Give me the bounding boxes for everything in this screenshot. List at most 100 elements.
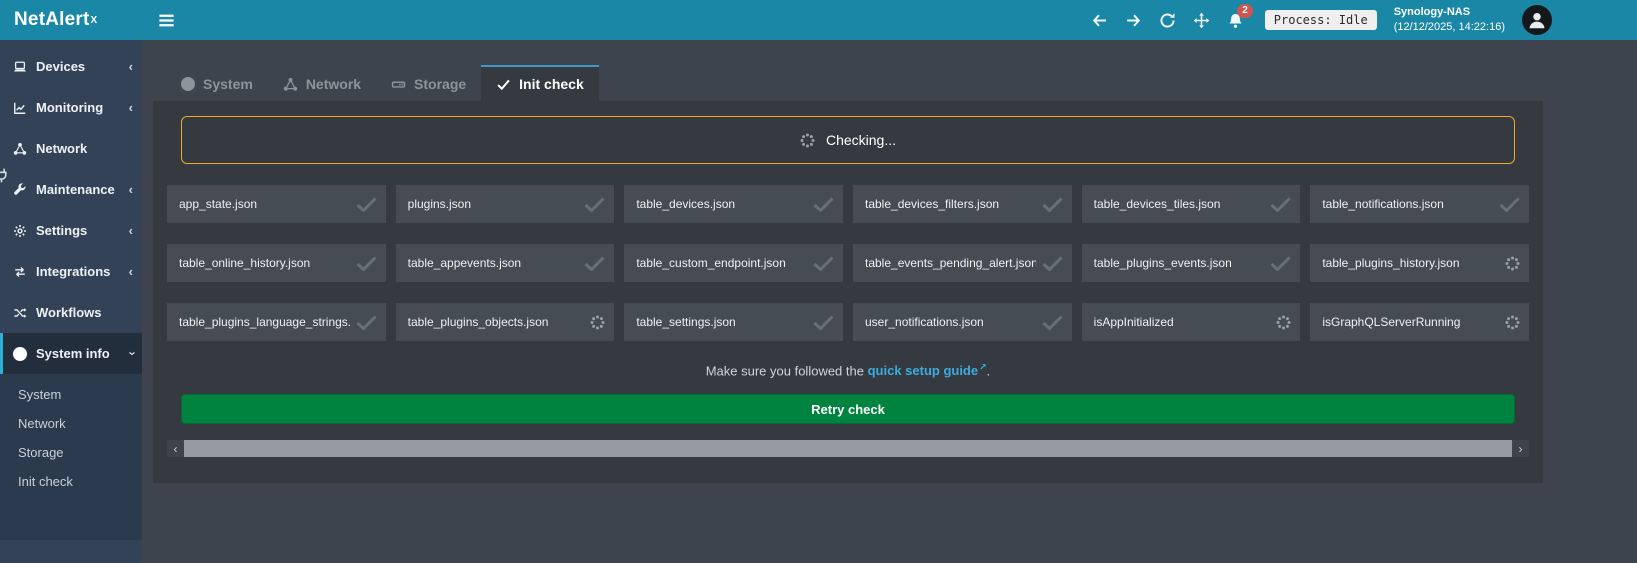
submenu-item-storage[interactable]: Storage (0, 438, 142, 467)
app-name: NetAlert (14, 9, 90, 31)
chevron-left-icon (129, 224, 133, 237)
tile-label: table_settings.json (636, 315, 807, 329)
navbar-main: 2 Process: Idle Synology-NAS (12/12/2025… (142, 0, 1637, 40)
check-icon (496, 77, 511, 92)
submenu-item-init-check[interactable]: Init check (0, 467, 142, 496)
check-tile: table_settings.json (624, 303, 843, 341)
top-navbar: NetAlertX 2 (0, 0, 1637, 40)
network-icon (12, 142, 28, 156)
horizontal-scrollbar[interactable] (167, 440, 1529, 457)
gear-icon (12, 224, 28, 238)
submenu-item-network[interactable]: Network (0, 409, 142, 438)
tab-storage[interactable]: Storage (376, 65, 481, 101)
check-icon (584, 256, 605, 271)
check-icon (356, 256, 377, 271)
sidebar-item-devices[interactable]: Devices (0, 46, 142, 87)
check-tile: table_plugins_events.json (1082, 244, 1301, 282)
tile-label: user_notifications.json (865, 315, 1036, 329)
chevron-down-icon (124, 351, 137, 355)
check-icon (1042, 197, 1063, 212)
sidebar-item-settings[interactable]: Settings (0, 210, 142, 251)
guide-prefix: Make sure you followed the (706, 363, 868, 378)
info-circle-icon (181, 77, 195, 91)
menu-icon[interactable] (157, 11, 176, 30)
avatar-icon (1526, 9, 1548, 31)
tab-network[interactable]: Network (268, 65, 376, 101)
quick-setup-guide-link[interactable]: quick setup guide↗ (868, 363, 987, 378)
sidebar-item-workflows[interactable]: Workflows (0, 292, 142, 333)
chevron-left-icon (129, 183, 133, 196)
sidebar-item-network[interactable]: Network (0, 128, 142, 169)
tile-label: table_events_pending_alert.json (865, 256, 1036, 270)
check-icon (1270, 256, 1291, 271)
chevron-left-icon (129, 60, 133, 73)
spinner-icon (1504, 255, 1520, 271)
forward-icon[interactable] (1125, 12, 1142, 29)
sidebar-item-integrations[interactable]: Integrations (0, 251, 142, 292)
check-tile: table_plugins_objects.json (396, 303, 615, 341)
user-avatar[interactable] (1522, 5, 1552, 35)
notification-count-badge: 2 (1237, 4, 1253, 18)
check-tile: plugins.json (396, 185, 615, 223)
spinner-icon (800, 132, 816, 148)
scroll-left-button[interactable] (167, 440, 184, 457)
check-icon (813, 197, 834, 212)
tile-label: isAppInitialized (1094, 315, 1270, 329)
process-status-badge: Process: Idle (1265, 10, 1377, 30)
tile-label: table_devices.json (636, 197, 807, 211)
sidebar-item-label: Monitoring (36, 100, 103, 115)
move-icon[interactable] (1193, 12, 1210, 29)
tile-label: table_plugins_language_strings.json (179, 315, 350, 329)
spinner-icon (1275, 314, 1291, 330)
tab-init-check[interactable]: Init check (481, 65, 599, 101)
back-icon[interactable] (1091, 12, 1108, 29)
tab-label: Init check (519, 76, 584, 92)
check-tile: table_devices_filters.json (853, 185, 1072, 223)
check-tile: app_state.json (167, 185, 386, 223)
sidebar-item-label: Integrations (36, 264, 110, 279)
sidebar: Devices Monitoring Network Maintenance S… (0, 40, 142, 563)
app-name-sup: X (91, 15, 98, 26)
retry-check-button[interactable]: Retry check (181, 394, 1515, 424)
sidebar-item-label: Workflows (36, 305, 102, 320)
scrollbar-thumb[interactable] (184, 440, 1512, 457)
sidebar-item-system-info[interactable]: System info (0, 333, 142, 374)
init-check-panel: Checking... app_state.json plugins.json ta… (153, 101, 1543, 483)
plugin-icon (0, 167, 10, 189)
submenu-item-system[interactable]: System (0, 380, 142, 409)
notifications-bell[interactable]: 2 (1227, 12, 1244, 29)
system-info-submenu: System Network Storage Init check (0, 374, 142, 540)
devices-icon (12, 60, 28, 74)
spinner-icon (1504, 314, 1520, 330)
check-icon (356, 315, 377, 330)
check-icon (584, 197, 605, 212)
checking-status-text: Checking... (826, 132, 896, 148)
tab-label: Storage (414, 76, 466, 92)
chevron-left-icon (129, 265, 133, 278)
check-tile: table_notifications.json (1310, 185, 1529, 223)
tile-label: table_devices_tiles.json (1094, 197, 1265, 211)
chevron-left-icon (129, 101, 133, 114)
sidebar-item-label: Network (36, 141, 87, 156)
tab-system[interactable]: System (166, 65, 268, 101)
check-tile: isAppInitialized (1082, 303, 1301, 341)
external-link-icon: ↗ (979, 362, 987, 372)
init-check-grid: app_state.json plugins.json table_devices.… (167, 185, 1529, 341)
tile-label: table_online_history.json (179, 256, 350, 270)
check-tile: table_appevents.json (396, 244, 615, 282)
tile-label: app_state.json (179, 197, 350, 211)
app-logo[interactable]: NetAlertX (0, 0, 142, 40)
check-tile: user_notifications.json (853, 303, 1072, 341)
sidebar-item-monitoring[interactable]: Monitoring (0, 87, 142, 128)
refresh-icon[interactable] (1159, 12, 1176, 29)
app-window: NetAlertX 2 (0, 0, 1637, 563)
sidebar-item-maintenance[interactable]: Maintenance (0, 169, 142, 210)
host-name: Synology-NAS (1394, 6, 1470, 18)
sidebar-item-label: System info (36, 346, 110, 361)
check-icon (1270, 197, 1291, 212)
sidebar-item-label: Maintenance (36, 182, 115, 197)
scroll-right-button[interactable] (1512, 440, 1529, 457)
tile-label: table_notifications.json (1322, 197, 1493, 211)
scrollbar-track[interactable] (184, 440, 1512, 457)
check-icon (813, 315, 834, 330)
